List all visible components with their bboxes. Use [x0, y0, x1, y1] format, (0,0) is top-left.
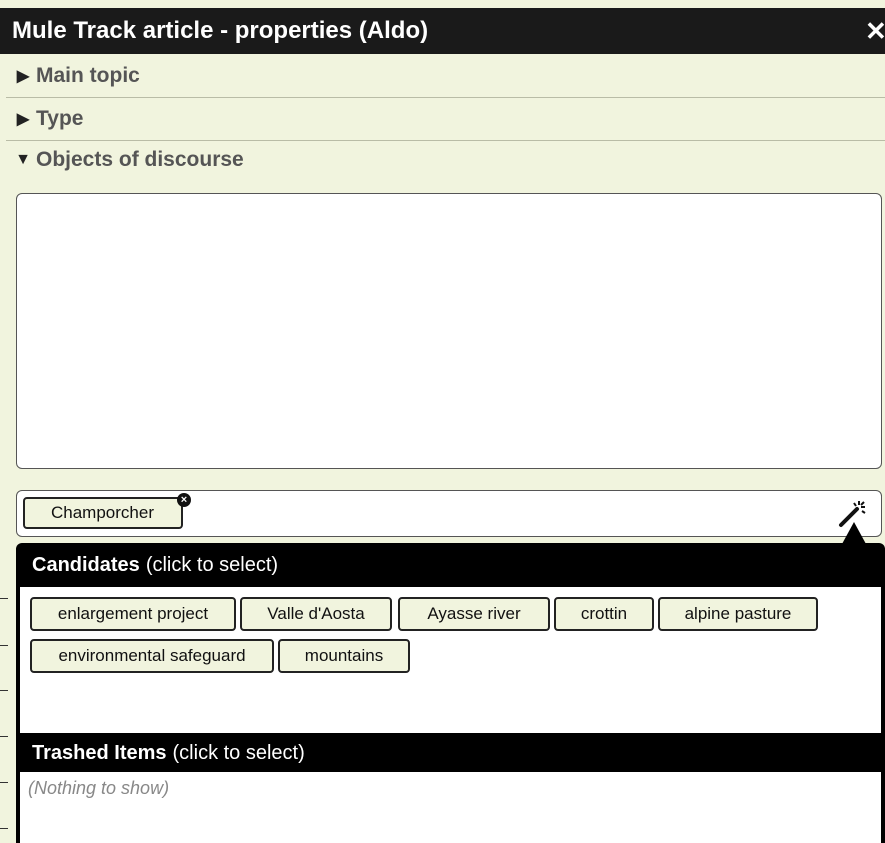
- candidate-label: enlargement project: [57, 604, 209, 623]
- tag-input[interactable]: Champorcher ×: [16, 490, 882, 537]
- candidates-title: Candidates: [32, 553, 140, 576]
- divider: [0, 828, 8, 829]
- section-type[interactable]: ▶ Type: [6, 98, 885, 141]
- candidate-chip[interactable]: Valle d'Aosta: [240, 597, 392, 631]
- triangle-down-icon: ▼: [15, 151, 31, 168]
- divider: [0, 598, 8, 599]
- candidate-chip[interactable]: enlargement project: [30, 597, 236, 631]
- candidates-hint: (click to select): [145, 553, 279, 576]
- candidate-label: Ayasse river: [427, 604, 521, 623]
- objects-text-area[interactable]: [16, 193, 882, 469]
- candidate-chip[interactable]: mountains: [278, 639, 410, 673]
- divider: [0, 690, 8, 691]
- remove-tag-icon[interactable]: ×: [177, 493, 191, 507]
- empty-state-text: (Nothing to show): [28, 778, 170, 798]
- candidate-chip[interactable]: crottin: [554, 597, 654, 631]
- divider: [0, 782, 8, 783]
- tag-chip-label: Champorcher: [51, 503, 154, 522]
- candidate-label: environmental safeguard: [58, 646, 246, 665]
- candidate-label: mountains: [304, 646, 384, 665]
- section-objects-label: Objects of discourse: [36, 148, 244, 171]
- popup-pointer: [842, 522, 866, 544]
- window-title-bar: Mule Track article - properties (Aldo) ✕: [0, 8, 885, 54]
- trashed-panel: (Nothing to show): [20, 772, 881, 843]
- divider: [0, 736, 8, 737]
- triangle-right-icon: ▶: [16, 111, 30, 128]
- tag-chip[interactable]: Champorcher ×: [23, 493, 191, 529]
- section-main-topic[interactable]: ▶ Main topic: [6, 55, 885, 98]
- candidate-chip[interactable]: alpine pasture: [658, 597, 818, 631]
- trashed-title: Trashed Items: [32, 741, 167, 764]
- candidate-chip[interactable]: Ayasse river: [398, 597, 550, 631]
- suggestions-popup: Candidates (click to select) enlargement…: [16, 543, 885, 843]
- candidates-panel: enlargement project Valle d'Aosta Ayasse…: [20, 587, 881, 733]
- section-type-label: Type: [36, 107, 84, 130]
- candidate-label: crottin: [580, 604, 628, 623]
- candidate-label: alpine pasture: [684, 604, 792, 623]
- trashed-header: Trashed Items (click to select): [32, 733, 305, 773]
- candidate-label: Valle d'Aosta: [267, 604, 365, 623]
- candidates-header: Candidates (click to select): [32, 543, 278, 587]
- section-main-topic-label: Main topic: [36, 64, 140, 87]
- candidate-chip[interactable]: environmental safeguard: [30, 639, 274, 673]
- divider: [0, 645, 8, 646]
- window-title: Mule Track article - properties (Aldo): [12, 17, 429, 44]
- close-icon[interactable]: ✕: [865, 8, 885, 54]
- section-objects-of-discourse[interactable]: ▼ Objects of discourse: [6, 139, 885, 181]
- trashed-hint: (click to select): [172, 741, 305, 764]
- triangle-right-icon: ▶: [16, 68, 30, 85]
